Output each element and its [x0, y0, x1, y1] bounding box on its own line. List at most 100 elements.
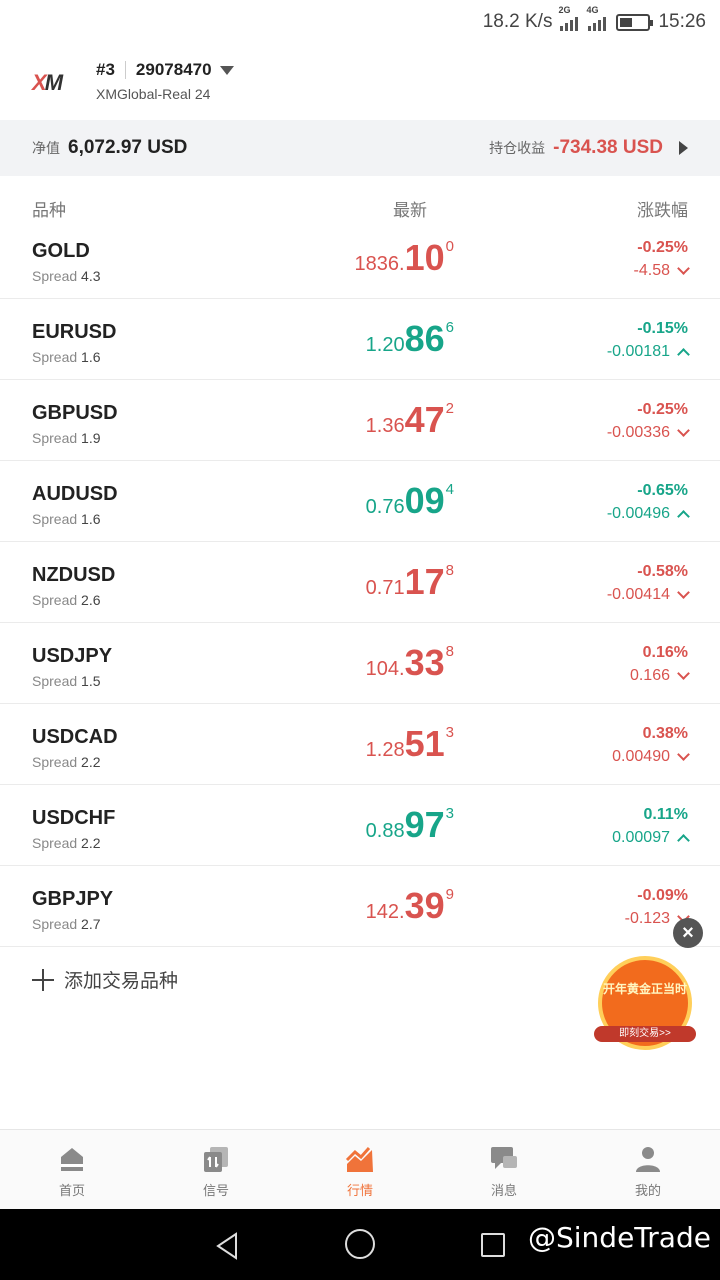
- close-icon[interactable]: ×: [673, 918, 703, 948]
- symbol-name: GBPJPY: [32, 888, 114, 910]
- messages-icon: [491, 1147, 517, 1169]
- recent-apps-icon[interactable]: [481, 1233, 505, 1257]
- tab-messages[interactable]: 消息: [432, 1130, 576, 1209]
- spread-info: Spread 4.3: [32, 268, 101, 284]
- back-icon[interactable]: [214, 1232, 240, 1260]
- chevron-down-icon[interactable]: [677, 261, 690, 275]
- symbol-name: USDCAD: [32, 726, 118, 748]
- change-value: -0.00414: [607, 585, 690, 604]
- change-value: -4.58: [634, 261, 690, 280]
- network-speed: 18.2 K/s: [482, 11, 553, 32]
- change-value: 0.00490: [612, 747, 690, 766]
- clock: 15:26: [658, 11, 706, 32]
- equity-bar[interactable]: 净值 6,072.97 USD 持仓收益 -734.38 USD: [0, 120, 720, 176]
- home-icon: [61, 1148, 83, 1171]
- last-price: 0.71 17 8: [365, 561, 454, 602]
- last-price: 1.36 47 2: [365, 399, 454, 440]
- quote-row[interactable]: EURUSD Spread 1.6 1.20 86 6 -0.15% -0.00181: [0, 299, 720, 380]
- battery-icon: [616, 13, 654, 31]
- add-symbol-label: 添加交易品种: [64, 971, 179, 992]
- chevron-down-icon[interactable]: [677, 666, 690, 680]
- quote-row[interactable]: AUDUSD Spread 1.6 0.76 09 4 -0.65% -0.00496: [0, 461, 720, 542]
- symbol-name: NZDUSD: [32, 564, 116, 586]
- promo-badge[interactable]: 开年黄金正当时 即刻交易>>: [592, 956, 698, 1052]
- change-percent: 0.16%: [642, 644, 688, 661]
- last-price: 142. 39 9: [365, 885, 454, 926]
- last-price: 1836. 10 0: [354, 237, 454, 278]
- bottom-nav: 首页 信号 行情 消息 我的: [0, 1129, 720, 1209]
- status-bar: 18.2 K/s 2G 4G 15:26: [0, 0, 720, 44]
- change-percent: -0.09%: [637, 887, 688, 904]
- symbol-name: GBPUSD: [32, 402, 118, 424]
- last-price: 0.88 97 3: [365, 804, 454, 845]
- symbol-name: USDJPY: [32, 645, 113, 667]
- change-percent: -0.58%: [637, 563, 688, 580]
- symbol-name: GOLD: [32, 240, 90, 262]
- quote-row[interactable]: USDJPY Spread 1.5 104. 33 8 0.16% 0.166: [0, 623, 720, 704]
- account-server: XMGlobal-Real 24: [96, 86, 211, 102]
- spread-info: Spread 2.2: [32, 754, 101, 770]
- equity-label: 净值: [32, 140, 60, 156]
- tab-home[interactable]: 首页: [0, 1130, 144, 1209]
- chevron-up-icon[interactable]: [677, 833, 690, 847]
- equity-value: 6,072.97 USD: [68, 137, 188, 158]
- chevron-up-icon[interactable]: [677, 509, 690, 523]
- spread-info: Spread 1.5: [32, 673, 101, 689]
- last-price: 1.28 51 3: [365, 723, 454, 764]
- watermark: @SindeTrade: [528, 1221, 711, 1254]
- change-value: 0.00097: [612, 829, 690, 847]
- tab-quotes[interactable]: 行情: [288, 1130, 432, 1209]
- quote-row[interactable]: GBPJPY Spread 2.7 142. 39 9 -0.09% -0.123: [0, 866, 720, 947]
- caret-down-icon[interactable]: [219, 65, 234, 75]
- xm-logo: XM: [32, 70, 63, 95]
- chevron-down-icon[interactable]: [677, 747, 690, 761]
- spread-info: Spread 1.6: [32, 511, 101, 527]
- quotes-chart-icon: [345, 1147, 373, 1172]
- account-number: #3: [96, 60, 115, 79]
- signal-strength-icon: 4G: [586, 5, 607, 31]
- last-price: 104. 33 8: [365, 642, 454, 683]
- change-value: -0.00336: [607, 423, 690, 442]
- spread-info: Spread 2.7: [32, 916, 101, 932]
- quote-row[interactable]: USDCAD Spread 2.2 1.28 51 3 0.38% 0.00490: [0, 704, 720, 785]
- last-price: 1.20 86 6: [365, 318, 454, 359]
- change-percent: -0.15%: [637, 320, 688, 337]
- promo-cta: 即刻交易>>: [594, 1026, 696, 1042]
- last-price: 0.76 09 4: [365, 480, 454, 521]
- account-id: 29078470: [135, 60, 212, 79]
- chevron-up-icon[interactable]: [677, 347, 690, 361]
- spread-info: Spread 2.6: [32, 592, 101, 608]
- chevron-down-icon[interactable]: [677, 423, 690, 437]
- quote-row[interactable]: GBPUSD Spread 1.9 1.36 47 2 -0.25% -0.00336: [0, 380, 720, 461]
- account-header: XM #3 29078470 XMGlobal-Real 24: [0, 44, 720, 120]
- quote-row[interactable]: NZDUSD Spread 2.6 0.71 17 8 -0.58% -0.00414: [0, 542, 720, 623]
- quote-row[interactable]: GOLD Spread 4.3 1836. 10 0 -0.25% -4.58: [0, 218, 720, 299]
- chevron-down-icon[interactable]: [677, 585, 690, 599]
- change-percent: 0.38%: [642, 725, 688, 742]
- quote-row[interactable]: USDCHF Spread 2.2 0.88 97 3 0.11% 0.00097: [0, 785, 720, 866]
- change-value: -0.00496: [607, 505, 690, 523]
- plus-icon: [32, 968, 54, 991]
- quote-list: GOLD Spread 4.3 1836. 10 0 -0.25% -4.58 EURUSD S…: [0, 218, 720, 947]
- spread-info: Spread 1.6: [32, 349, 101, 365]
- change-percent: -0.25%: [637, 401, 688, 418]
- spread-info: Spread 1.9: [32, 430, 101, 446]
- change-percent: -0.25%: [637, 239, 688, 256]
- chevron-right-icon[interactable]: [679, 141, 688, 155]
- signal-icon: [204, 1147, 228, 1172]
- floating-pl-label: 持仓收益: [489, 140, 546, 156]
- tab-profile[interactable]: 我的: [576, 1130, 720, 1209]
- signal-strength-icon: 2G: [558, 5, 579, 31]
- change-percent: 0.11%: [643, 806, 688, 823]
- add-symbol-button[interactable]: 添加交易品种: [32, 966, 178, 993]
- home-circle-icon[interactable]: [345, 1229, 375, 1259]
- promo-title: 开年黄金正当时: [602, 982, 687, 996]
- symbol-name: EURUSD: [32, 321, 117, 343]
- system-nav-bar: @SindeTrade: [0, 1209, 720, 1280]
- account-selector[interactable]: #3 29078470: [96, 60, 234, 80]
- change-value: 0.166: [630, 666, 690, 685]
- profile-icon: [636, 1147, 660, 1172]
- symbol-name: AUDUSD: [32, 483, 118, 505]
- spread-info: Spread 2.2: [32, 835, 101, 851]
- tab-signals[interactable]: 信号: [144, 1130, 288, 1209]
